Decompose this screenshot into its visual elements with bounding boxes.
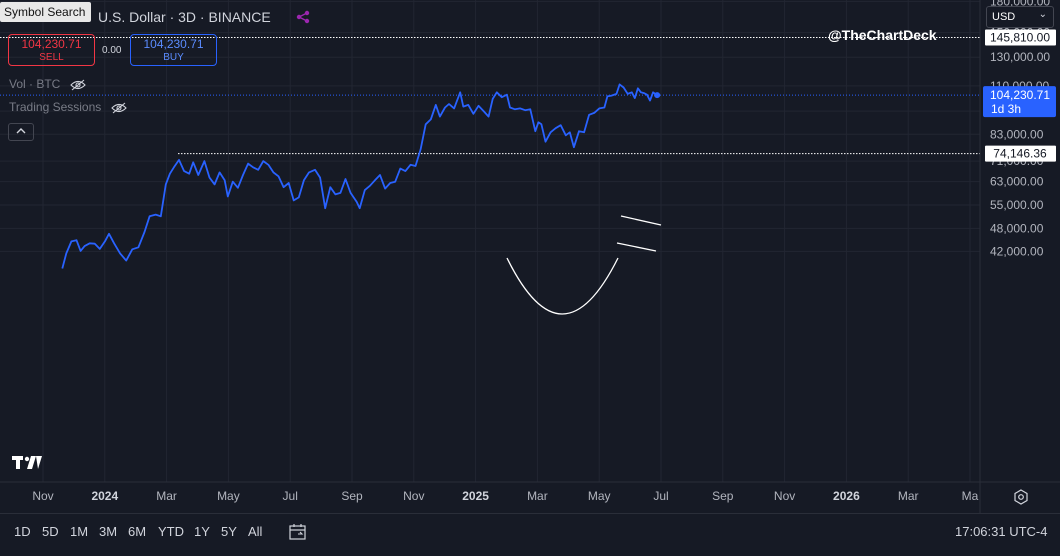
- y-tick-label: 48,000.00: [990, 221, 1044, 235]
- cup-pattern-curve[interactable]: [506, 257, 619, 315]
- range-button[interactable]: 1Y: [194, 524, 210, 539]
- last-price-label: 104,230.71: [990, 88, 1050, 102]
- axis-layer: 220,000.00180,000.00150,000.00130,000.00…: [0, 0, 1060, 513]
- range-button[interactable]: All: [248, 524, 262, 539]
- sell-button[interactable]: 104,230.71 SELL: [8, 34, 95, 66]
- last-price-dot: [654, 92, 661, 99]
- gear-icon[interactable]: [1013, 489, 1029, 505]
- chevron-down-icon: ⌄: [1038, 9, 1047, 20]
- buy-price: 104,230.71: [143, 37, 204, 51]
- price-chart[interactable]: 220,000.00180,000.00150,000.00130,000.00…: [0, 0, 1060, 513]
- range-button[interactable]: YTD: [158, 524, 184, 539]
- bottom-toolbar: 1D 5D 1M 3M 6M YTD 1Y 5Y All 17:06:31 UT…: [0, 513, 1060, 556]
- x-tick-label: 2025: [462, 489, 489, 503]
- collapse-legend-button[interactable]: [8, 123, 34, 141]
- x-tick-label: 2024: [91, 489, 118, 503]
- pattern-drawing-layer: [506, 215, 662, 315]
- watermark: @TheChartDeck: [828, 27, 937, 43]
- symbol-title[interactable]: U.S. Dollar · 3D · BINANCE: [98, 9, 271, 25]
- chart-window: 220,000.00180,000.00150,000.00130,000.00…: [0, 0, 1060, 556]
- share-icon[interactable]: [296, 10, 310, 24]
- y-tick-label: 130,000.00: [990, 50, 1050, 64]
- spread-value: 0.00: [102, 45, 122, 56]
- range-button[interactable]: 1D: [14, 524, 31, 539]
- grid-layer: [0, 0, 980, 482]
- volume-indicator[interactable]: Vol · BTC: [9, 77, 86, 91]
- tradingview-logo-icon: [12, 456, 42, 469]
- range-button[interactable]: 3M: [99, 524, 117, 539]
- y-tick-label: 42,000.00: [990, 244, 1044, 258]
- buy-button[interactable]: 104,230.71 BUY: [130, 34, 217, 66]
- eye-off-icon[interactable]: [110, 102, 127, 114]
- x-tick-label: Sep: [341, 489, 363, 503]
- x-tick-label: Nov: [774, 489, 795, 503]
- range-button[interactable]: 1M: [70, 524, 88, 539]
- x-tick-label: Jul: [653, 489, 668, 503]
- eye-off-icon[interactable]: [69, 79, 86, 91]
- range-button[interactable]: 5D: [42, 524, 59, 539]
- currency-value: USD: [992, 11, 1016, 23]
- level-price-label: 145,810.00: [990, 31, 1050, 45]
- y-tick-label: 55,000.00: [990, 198, 1044, 212]
- y-tick-label: 83,000.00: [990, 127, 1044, 141]
- bar-countdown-label: 1d 3h: [991, 102, 1021, 116]
- x-tick-label: 2026: [833, 489, 860, 503]
- x-tick-label: Mar: [156, 489, 177, 503]
- flag-lower-line[interactable]: [616, 242, 657, 252]
- trading-sessions-label: Trading Sessions: [9, 100, 102, 114]
- sell-price: 104,230.71: [21, 37, 82, 51]
- sell-label: SELL: [39, 52, 64, 63]
- flag-upper-line[interactable]: [620, 215, 662, 226]
- x-tick-label: Nov: [403, 489, 424, 503]
- x-tick-label: Ma: [962, 489, 979, 503]
- clock-timezone[interactable]: 17:06:31 UTC-4: [955, 524, 1048, 539]
- range-button[interactable]: 5Y: [221, 524, 237, 539]
- y-tick-label: 63,000.00: [990, 175, 1044, 189]
- x-tick-label: Mar: [527, 489, 548, 503]
- x-tick-label: Mar: [898, 489, 919, 503]
- x-tick-label: Sep: [712, 489, 734, 503]
- volume-indicator-label: Vol · BTC: [9, 77, 61, 91]
- chevron-up-icon: [16, 128, 26, 134]
- x-tick-label: Jul: [283, 489, 298, 503]
- price-series-line[interactable]: [61, 83, 658, 269]
- buy-label: BUY: [163, 52, 184, 63]
- currency-select[interactable]: USD ⌄: [986, 6, 1054, 28]
- calendar-goto-icon[interactable]: [289, 523, 309, 541]
- x-tick-label: Nov: [32, 489, 53, 503]
- series-layer: [61, 83, 661, 269]
- range-button[interactable]: 6M: [128, 524, 146, 539]
- level-price-label: 74,146.36: [993, 147, 1047, 161]
- x-tick-label: May: [588, 489, 611, 503]
- x-tick-label: May: [217, 489, 240, 503]
- trading-sessions-indicator[interactable]: Trading Sessions: [9, 100, 127, 114]
- symbol-search-tooltip[interactable]: Symbol Search: [0, 2, 92, 22]
